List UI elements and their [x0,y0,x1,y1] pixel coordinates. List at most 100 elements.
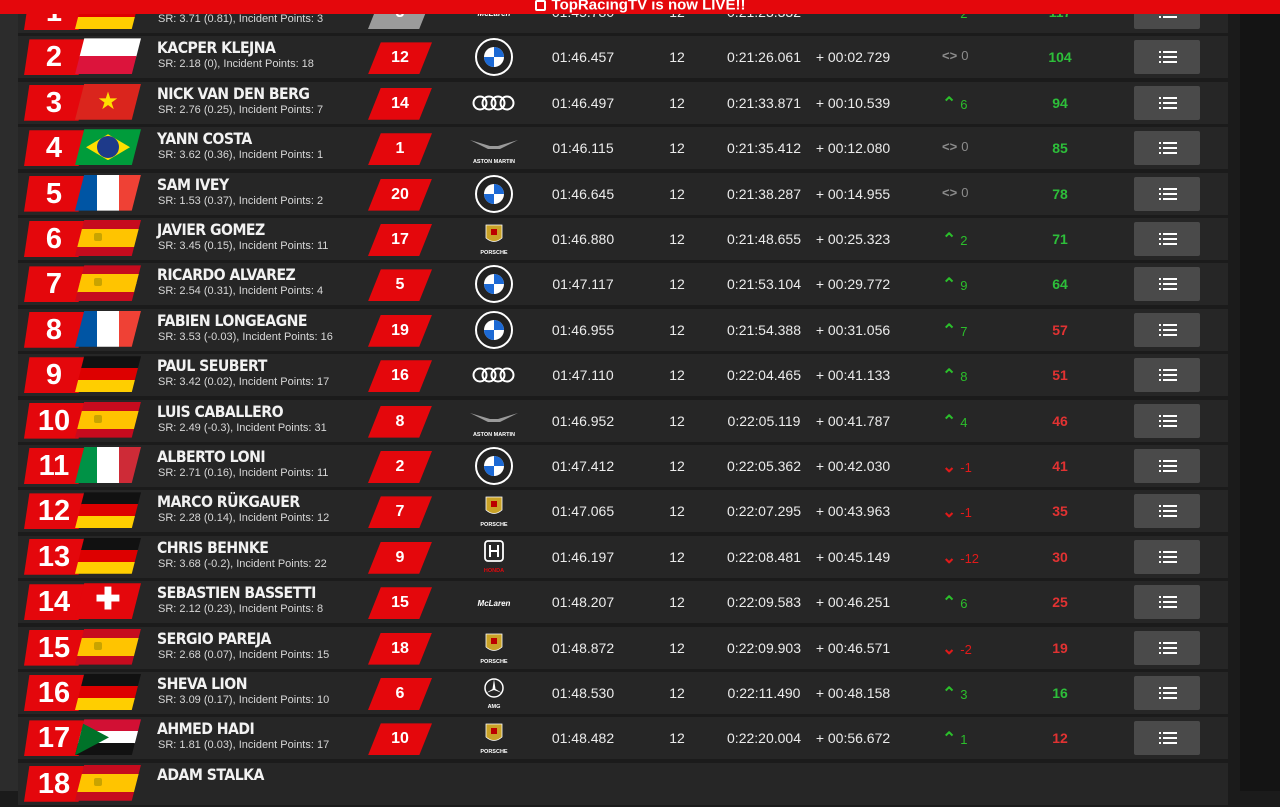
details-menu-button[interactable] [1134,721,1200,756]
details-menu-button[interactable] [1134,358,1200,393]
details-menu-button[interactable] [1134,40,1200,75]
country-flag-spain [75,220,141,256]
safety-rating: SR: 2.54 (0.31), Incident Points: 4 [158,285,324,298]
driver-name[interactable]: AHMED HADI [157,719,359,738]
bmw-logo-icon [464,263,524,305]
driver-name[interactable]: KACPER KLEJNA [157,38,359,57]
total-time: 0:22:05.119 [727,412,801,429]
position-change: ⌄ -2 [942,639,988,659]
no-change-icon: <> [942,48,958,64]
safety-rating: SR: 3.62 (0.36), Incident Points: 1 [158,149,324,162]
laps-count: 12 [669,685,685,701]
details-menu-button[interactable] [1134,403,1200,438]
position-badge: 11 [24,448,84,484]
live-banner[interactable]: TopRacingTV is now LIVE!! [0,0,1280,14]
driver-name[interactable]: SERGIO PAREJA [157,629,359,648]
driver-name[interactable]: NICK VAN DEN BERG [157,84,359,103]
details-menu-button[interactable] [1134,676,1200,710]
country-flag-sudan [75,719,141,756]
position-change-value: -12 [960,550,980,566]
table-row: 3 ★ NICK VAN DEN BERG SR: 2.76 (0.25), Inci… [18,81,1228,126]
driver-name[interactable]: SHEVA LION [157,674,359,693]
position-badge: 10 [24,402,84,439]
championship-points: 16 [1052,685,1068,701]
car-number-badge: 19 [368,314,432,347]
driver-name[interactable]: PAUL SEUBERT [157,356,359,375]
car-number-badge: 14 [368,87,432,120]
details-menu-button[interactable] [1134,585,1200,620]
position-badge: 13 [24,538,84,575]
championship-points: 41 [1052,458,1068,474]
details-menu-button[interactable] [1134,449,1200,483]
position-change-value: -2 [960,641,972,657]
list-icon [1159,142,1177,155]
driver-name[interactable]: FABIEN LONGEAGNE [157,311,359,330]
car-number-badge: 1 [368,133,432,166]
details-menu-button[interactable] [1134,312,1200,347]
bmw-logo-icon [464,445,524,487]
driver-name[interactable]: ALBERTO LONI [157,447,359,466]
gap-to-leader: + 00:29.772 [815,276,891,293]
car-number-badge: 9 [368,541,432,574]
country-flag-germany [75,492,141,529]
details-menu-button[interactable] [1134,539,1200,574]
position-change: ⌃ 4 [942,412,988,432]
table-row: 9 PAUL SEUBERT SR: 3.42 (0.02), Incident P… [18,354,1228,399]
no-change-icon: <> [942,184,958,200]
country-flag-poland [75,38,141,75]
total-time: 0:21:53.104 [727,276,801,293]
position-change: ⌄ -12 [942,548,988,568]
gap-to-leader: + 00:12.080 [815,140,891,157]
best-lap-time: 01:46.115 [552,140,614,157]
porsche-logo-icon: PORSCHE [464,218,524,260]
gap-to-leader: + 00:46.251 [815,594,891,611]
details-menu-button[interactable] [1134,630,1200,665]
total-time: 0:22:09.583 [727,594,801,611]
position-badge: 8 [24,311,84,348]
championship-points: 78 [1052,185,1068,202]
total-time: 0:22:05.362 [727,458,801,474]
details-menu-button[interactable] [1134,267,1200,302]
chevron-up-icon: ⌃ [942,230,957,249]
best-lap-time: 01:46.952 [551,412,615,429]
country-flag-italy [75,447,141,483]
driver-name[interactable]: YANN COSTA [157,129,359,148]
car-number-badge: 2 [368,451,432,483]
best-lap-time: 01:46.955 [551,321,615,338]
list-icon [1159,505,1177,518]
laps-count: 12 [669,49,685,66]
driver-name[interactable]: SEBASTIEN BASSETTI [157,583,359,602]
driver-name[interactable]: CHRIS BEHNKE [157,538,359,557]
details-menu-button[interactable] [1134,85,1200,120]
porsche-logo-icon: PORSCHE [464,490,524,532]
details-menu-button[interactable] [1134,222,1200,256]
position-badge: 14 [24,584,84,621]
car-number-badge: 15 [368,587,432,620]
championship-points: 71 [1052,231,1068,247]
chevron-up-icon: ⌃ [942,729,957,749]
position-change-value: 3 [960,687,968,702]
championship-points: 85 [1052,140,1068,157]
driver-name[interactable]: JAVIER GOMEZ [157,220,359,239]
gap-to-leader: + 00:56.672 [815,730,891,747]
position-badge: 3 [24,84,84,121]
driver-name[interactable]: LUIS CABALLERO [157,402,359,421]
chevron-up-icon: ⌃ [942,366,957,386]
table-row: 13 CHRIS BEHNKE SR: 3.68 (-0.2), Incident … [18,535,1228,580]
list-icon [1159,233,1177,245]
details-menu-button[interactable] [1134,494,1200,529]
car-number-badge: 5 [368,269,432,302]
driver-name[interactable]: SAM IVEY [157,175,359,194]
total-time: 0:21:48.655 [727,231,801,247]
list-icon [1159,687,1177,699]
country-flag-spain [75,265,141,302]
driver-name[interactable]: RICARDO ALVAREZ [157,265,359,284]
details-menu-button[interactable] [1134,176,1200,211]
driver-name[interactable]: ADAM STALKA [157,765,359,784]
position-change-value: -1 [960,460,972,475]
brand-logo-text: HONDA [484,568,504,574]
safety-rating: SR: 2.76 (0.25), Incident Points: 7 [158,103,324,116]
driver-name[interactable]: MARCO RÜKGAUER [157,492,359,511]
details-menu-button[interactable] [1134,131,1200,166]
brand-logo-text: McLaren [478,599,511,608]
